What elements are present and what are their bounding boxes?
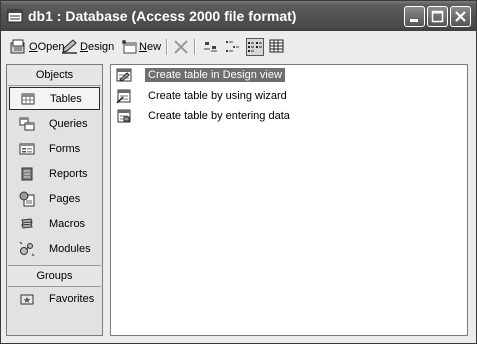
sidebar-item-forms[interactable]: Forms (9, 137, 100, 160)
favorites-icon (20, 294, 34, 304)
design-label: esign (87, 41, 115, 53)
close-icon (455, 11, 466, 22)
large-icons-button[interactable] (202, 38, 220, 56)
list-item-label: Create table by entering data (148, 110, 290, 122)
close-button[interactable] (450, 6, 471, 27)
list-item[interactable]: Create table by using wizard (116, 87, 290, 105)
small-icons-icon (226, 41, 239, 52)
maximize-icon (431, 10, 444, 23)
maximize-button[interactable] (427, 6, 448, 27)
form-icon (19, 143, 35, 154)
delete-button[interactable] (173, 37, 189, 57)
delete-icon (174, 40, 188, 54)
sidebar-item-label: Pages (49, 192, 81, 205)
new-button[interactable]: New (120, 37, 161, 57)
details-view-icon (269, 39, 284, 53)
toolbar-separator (166, 39, 168, 55)
small-icons-button[interactable] (224, 38, 242, 56)
table-icon (21, 93, 35, 104)
design-accel: D (80, 41, 88, 53)
sidebar-item-label: Queries (49, 117, 88, 130)
open-accel: O (29, 41, 38, 53)
sidebar-item-label: Favorites (49, 292, 95, 305)
list-view-button[interactable] (246, 38, 264, 56)
new-icon (122, 40, 137, 54)
wizard-table-icon (116, 89, 131, 104)
objects-bar: Objects Tables Queries Forms Reports Pag… (6, 64, 103, 336)
new-accel: N (139, 41, 147, 53)
design-view-table-icon (116, 68, 132, 82)
sidebar-item-queries[interactable]: Queries (9, 112, 100, 135)
window-title: db1 : Database (Access 2000 file format) (28, 8, 297, 24)
sidebar-item-label: Tables (50, 92, 82, 105)
object-list: Create table in Design view Create table… (110, 64, 468, 336)
sidebar-item-modules[interactable]: Modules (9, 237, 100, 260)
large-icons-icon (204, 42, 217, 52)
title-bar[interactable]: db1 : Database (Access 2000 file format) (1, 1, 476, 31)
design-icon (62, 39, 77, 54)
datasheet-table-icon (117, 109, 131, 123)
list-item-label: Create table by using wizard (148, 90, 287, 102)
sidebar-item-favorites[interactable]: Favorites (9, 287, 100, 310)
sidebar-item-label: Modules (49, 242, 91, 255)
minimize-button[interactable] (404, 6, 425, 27)
design-button[interactable]: Design (61, 37, 114, 57)
list-view-icon (248, 42, 262, 52)
page-icon (19, 191, 35, 206)
open-icon (10, 39, 25, 54)
sidebar-item-tables[interactable]: Tables (9, 87, 100, 110)
list-item[interactable]: Create table by entering data (116, 107, 293, 125)
new-label: ew (146, 41, 162, 53)
toolbar: OOpen Design New (1, 31, 476, 62)
objects-group-header[interactable]: Objects (8, 65, 101, 86)
sidebar-item-macros[interactable]: Macros (9, 212, 100, 235)
open-button[interactable]: OOpen (10, 37, 64, 57)
sidebar-item-label: Forms (49, 142, 81, 155)
query-icon (19, 117, 35, 130)
macro-icon (21, 217, 33, 229)
report-icon (21, 167, 33, 180)
module-icon (19, 241, 35, 256)
sidebar-item-pages[interactable]: Pages (9, 187, 100, 210)
groups-header[interactable]: Groups (8, 265, 101, 287)
details-view-button[interactable] (268, 38, 286, 56)
list-item-label: Create table in Design view (145, 68, 285, 82)
sidebar-item-label: Reports (49, 167, 88, 180)
database-window: db1 : Database (Access 2000 file format)… (0, 0, 477, 344)
toolbar-separator (194, 39, 196, 55)
database-icon (7, 9, 23, 23)
list-item[interactable]: Create table in Design view (116, 66, 285, 84)
sidebar-item-label: Macros (49, 217, 86, 230)
minimize-icon (410, 19, 418, 22)
sidebar-item-reports[interactable]: Reports (9, 162, 100, 185)
